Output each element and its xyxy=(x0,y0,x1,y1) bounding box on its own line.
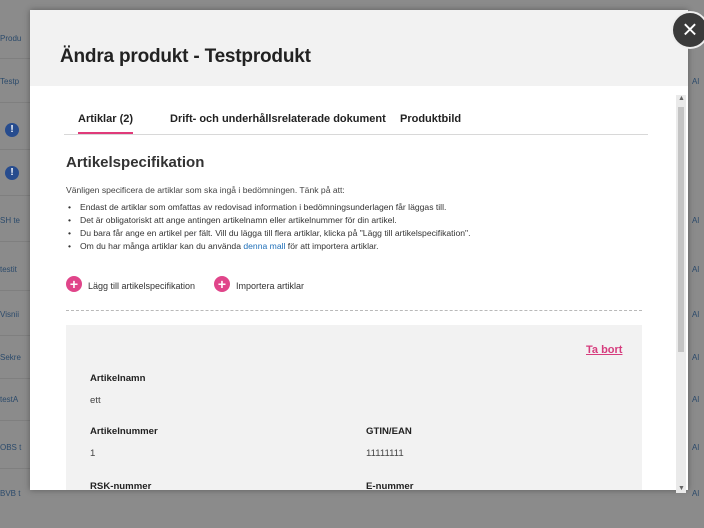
tab-bar: Artiklar (2) Drift- och underhållsrelate… xyxy=(64,108,648,135)
bg-divider xyxy=(0,241,30,242)
rsk-number-label: RSK-nummer xyxy=(90,481,152,490)
bg-divider xyxy=(0,468,30,469)
plus-icon: + xyxy=(214,276,230,292)
bg-divider xyxy=(0,420,30,421)
section-divider xyxy=(66,310,642,311)
bg-row-text: Sekre xyxy=(0,353,21,362)
bg-row-text: testA xyxy=(0,395,19,404)
bg-divider xyxy=(0,102,30,103)
bg-row-text: BVB t xyxy=(0,489,21,498)
bg-divider xyxy=(0,195,30,196)
import-articles-label: Importera artiklar xyxy=(236,281,305,291)
scroll-up-icon[interactable]: ▲ xyxy=(678,95,685,102)
bg-row-text: testit xyxy=(0,265,17,274)
alert-icon: ! xyxy=(5,123,19,137)
gtin-value[interactable]: 11111111 xyxy=(366,448,404,459)
bg-row-text: OBS t xyxy=(0,443,22,452)
bg-divider xyxy=(0,58,30,59)
list-item-text: för att importera artiklar. xyxy=(285,241,379,251)
bg-row-text: Al xyxy=(692,443,700,452)
article-name-label: Artikelnamn xyxy=(90,373,146,384)
remove-article-link[interactable]: Ta bort xyxy=(586,344,622,356)
list-item-text: Om du har många artiklar kan du använda xyxy=(80,241,244,251)
bg-row-text: Al xyxy=(692,265,700,274)
bg-row-text: Al xyxy=(692,77,700,86)
list-item: Det är obligatoriskt att ange antingen a… xyxy=(68,215,470,228)
bg-row-text: Visnii xyxy=(0,310,19,319)
dialog-content[interactable]: Artiklar (2) Drift- och underhållsrelate… xyxy=(46,86,678,490)
list-item: Du bara får ange en artikel per fält. Vi… xyxy=(68,228,470,241)
article-card: Ta bort Artikelnamn ett Artikelnummer 1 … xyxy=(66,325,642,490)
bg-row-text: Testp xyxy=(0,77,20,86)
bg-row-text: Al xyxy=(692,310,700,319)
instructions-list: Endast de artiklar som omfattas av redov… xyxy=(68,202,470,254)
add-article-button[interactable]: + Lägg till artikelspecifikation xyxy=(66,276,212,294)
tab-articles[interactable]: Artiklar (2) xyxy=(78,113,134,134)
bg-row-text: Al xyxy=(692,489,700,498)
tab-maintenance-documents[interactable]: Drift- och underhållsrelaterade dokument xyxy=(170,113,386,125)
bg-divider xyxy=(0,378,30,379)
list-item: Om du har många artiklar kan du använda … xyxy=(68,241,470,254)
e-number-label: E-nummer xyxy=(366,481,414,490)
bg-row-text: Al xyxy=(692,395,700,404)
scrollbar-thumb[interactable] xyxy=(678,107,684,352)
bg-divider xyxy=(0,290,30,291)
bg-row-text: SH te xyxy=(0,216,21,225)
bg-row-text: Al xyxy=(692,216,700,225)
section-title: Artikelspecifikation xyxy=(66,154,205,171)
bg-divider xyxy=(0,335,30,336)
dialog-title: Ändra produkt - Testprodukt xyxy=(60,46,311,67)
template-link[interactable]: denna mall xyxy=(243,241,285,251)
intro-text: Vänligen specificera de artiklar som ska… xyxy=(66,185,345,195)
alert-icon: ! xyxy=(5,166,19,180)
add-article-label: Lägg till artikelspecifikation xyxy=(88,281,196,291)
article-number-label: Artikelnummer xyxy=(90,426,158,437)
article-number-value[interactable]: 1 xyxy=(90,448,95,459)
import-articles-button[interactable]: + Importera artiklar xyxy=(214,276,324,294)
tab-product-image[interactable]: Produktbild xyxy=(400,113,461,125)
bg-row-text: Produ xyxy=(0,34,22,43)
scroll-down-icon[interactable]: ▼ xyxy=(678,485,685,492)
bg-row-text: Al xyxy=(692,353,700,362)
close-icon[interactable]: × xyxy=(671,11,704,49)
bg-divider xyxy=(0,149,30,150)
article-name-value[interactable]: ett xyxy=(90,395,101,406)
list-item: Endast de artiklar som omfattas av redov… xyxy=(68,202,470,215)
background-table-left: Produ Testp ! ! SH te testit Visnii Sekr… xyxy=(0,0,30,528)
edit-product-dialog: Ändra produkt - Testprodukt Artiklar (2)… xyxy=(30,10,688,493)
dialog-header: Ändra produkt - Testprodukt xyxy=(30,10,688,86)
plus-icon: + xyxy=(66,276,82,292)
gtin-label: GTIN/EAN xyxy=(366,426,412,437)
background-table-right: Al Al Al Al Al Al Al Al xyxy=(690,0,704,528)
dialog-scrollbar[interactable]: ▲ ▼ xyxy=(676,95,686,493)
